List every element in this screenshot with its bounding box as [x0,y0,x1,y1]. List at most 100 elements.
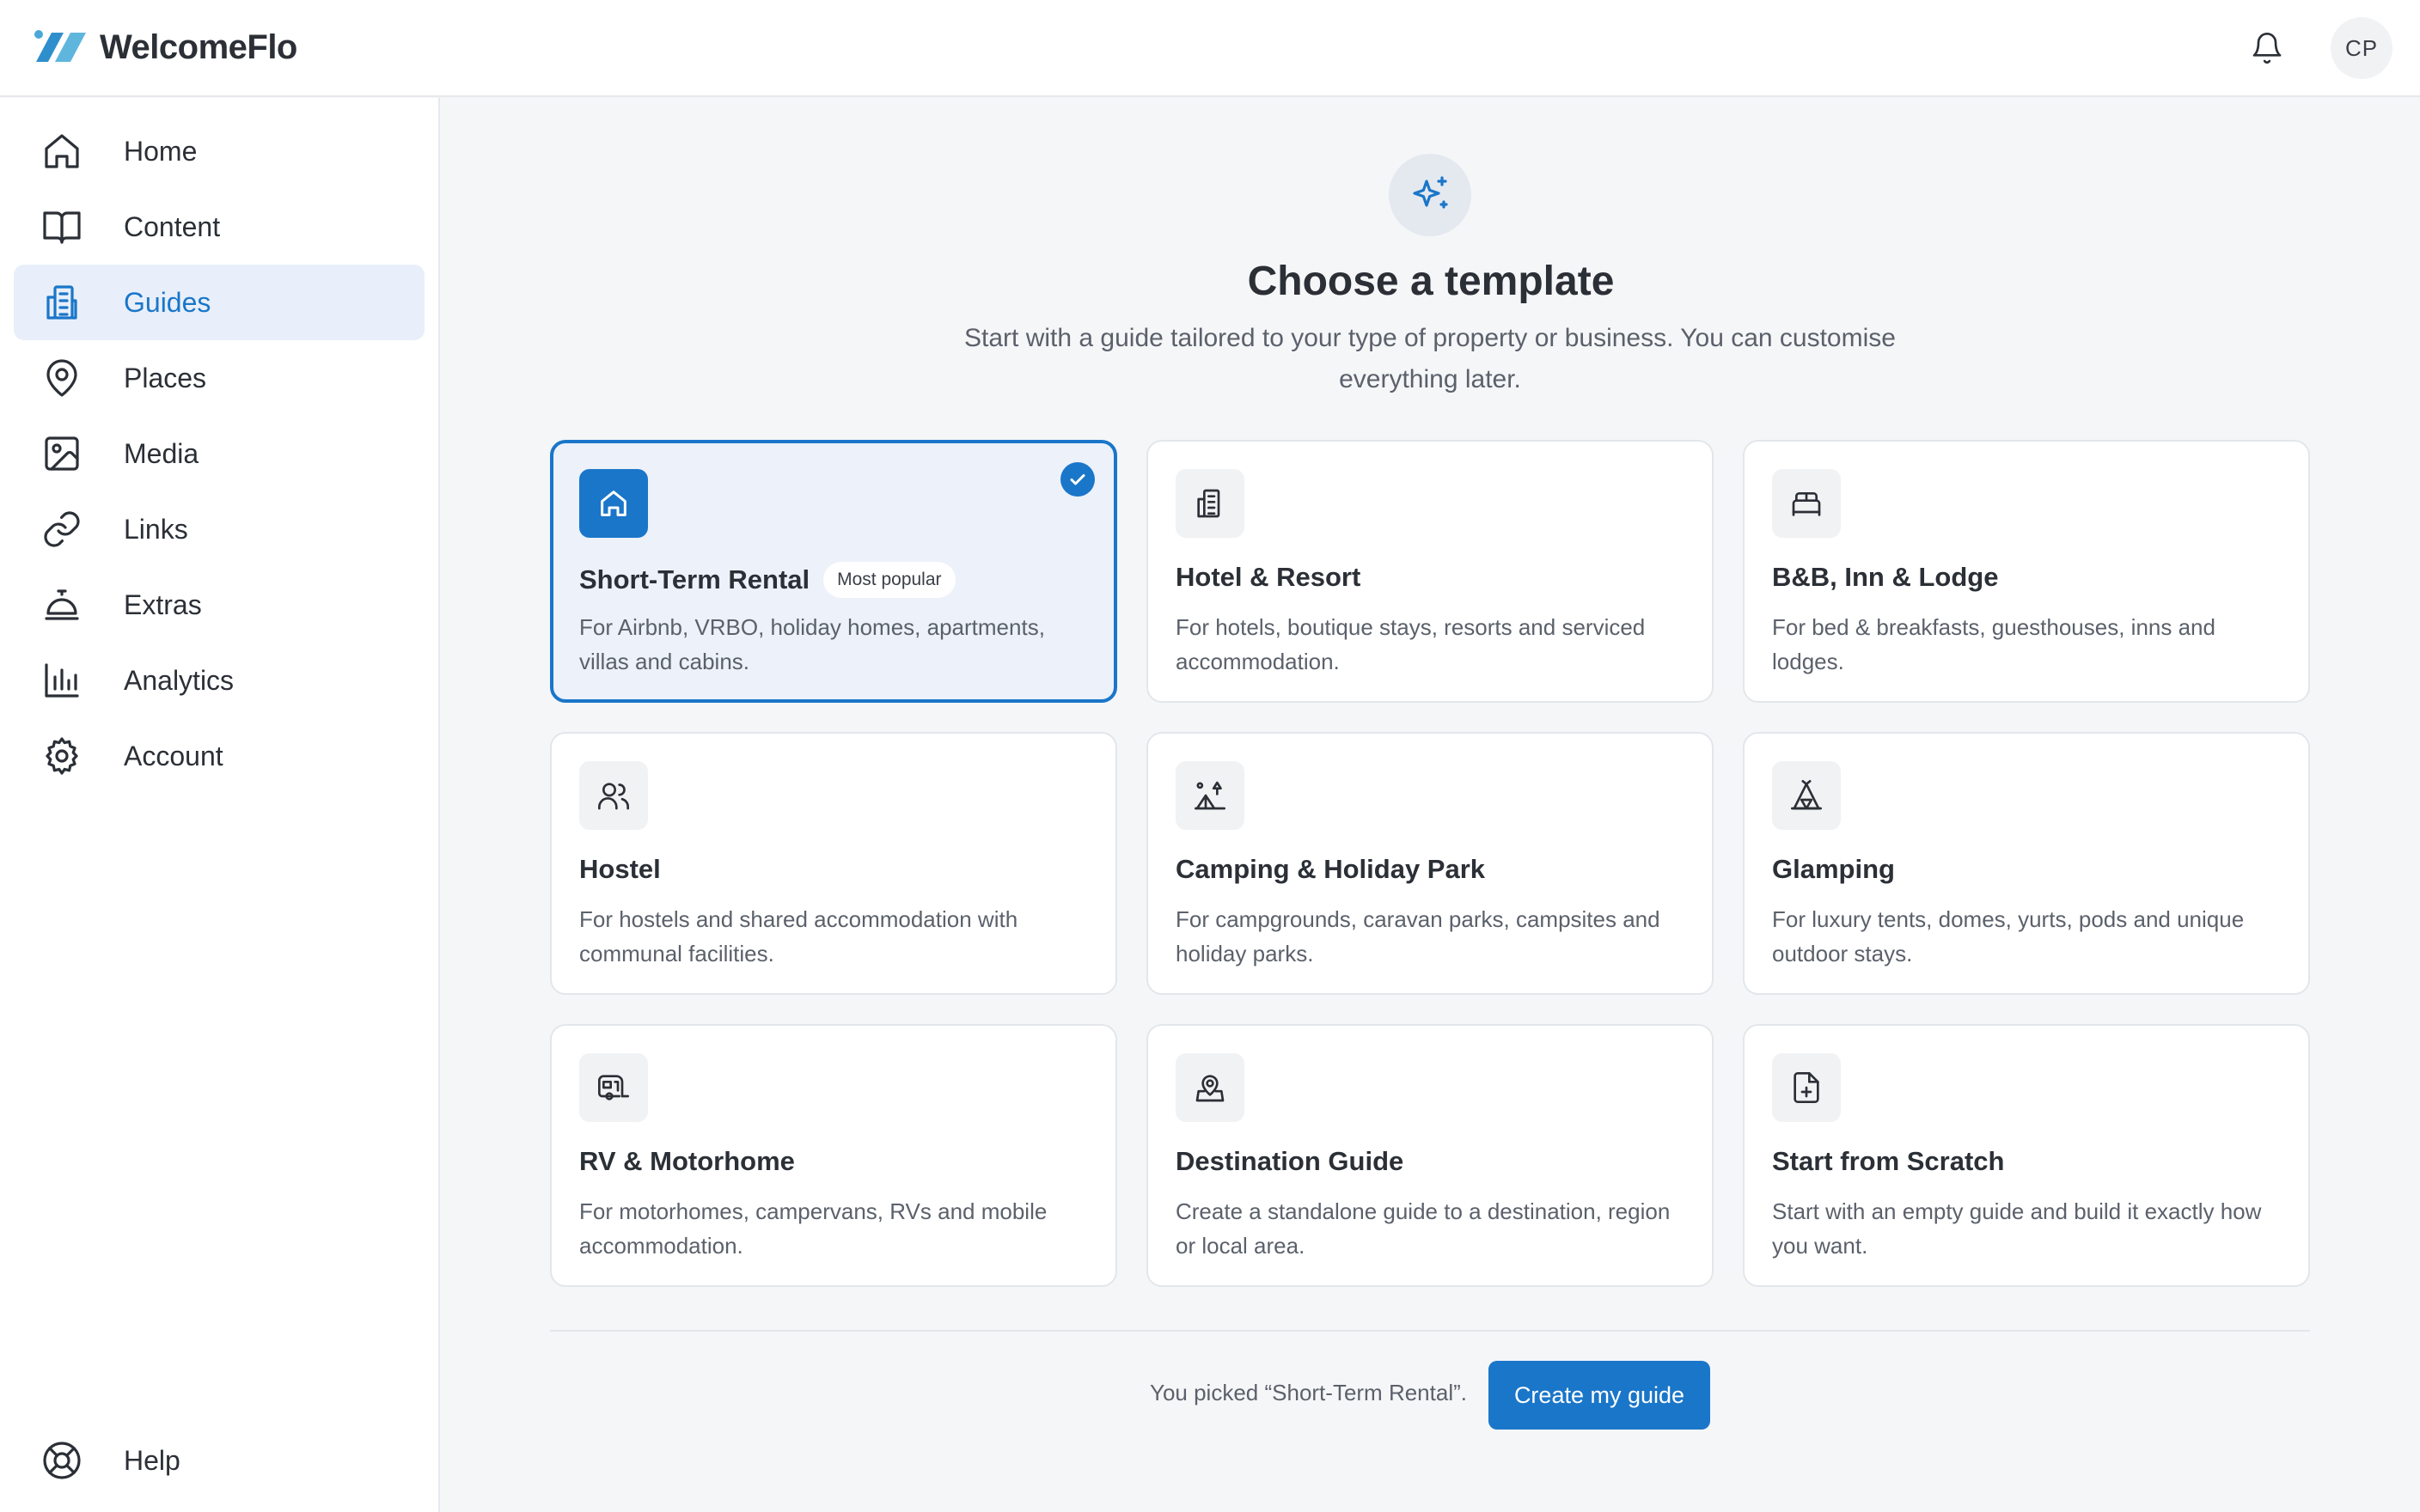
image-icon [45,436,79,471]
template-title: Hotel & Resort [1176,562,1361,592]
sidebar-item-media[interactable]: Media [14,416,425,491]
file-plus-icon [1794,1072,1819,1103]
template-card-hostel[interactable]: Hostel For hostels and shared accommodat… [550,732,1117,995]
header-icon-badge [1389,154,1471,236]
template-card-header: Glamping [1772,854,1895,885]
template-card-header: Start from Scratch [1772,1146,2004,1177]
template-card-header: Short-Term Rental Most popular [579,562,956,598]
life-buoy-icon [43,1442,81,1479]
template-card-camping-holiday-park[interactable]: Camping & Holiday Park For campgrounds, … [1146,732,1714,995]
template-description: For campgrounds, caravan parks, campsite… [1176,906,1660,966]
footer-divider [550,1330,2310,1332]
sidebar-item-label: Media [124,437,199,469]
sidebar-item-help[interactable]: Help [14,1423,425,1498]
template-description: For hostels and shared accommodation wit… [579,906,1018,966]
template-card-rv-motorhome[interactable]: RV & Motorhome For motorhomes, campervan… [550,1024,1117,1287]
template-title: Hostel [579,854,661,884]
create-guide-button[interactable]: Create my guide [1488,1361,1710,1430]
sidebar-item-label: Analytics [124,664,235,696]
picked-template-text: You picked “Short-Term Rental”. [1150,1380,1467,1405]
sidebar-item-guides[interactable]: Guides [14,265,425,340]
template-icon-badge [579,469,648,538]
template-title: Camping & Holiday Park [1176,854,1486,884]
template-description: For luxury tents, domes, yurts, pods and… [1772,906,2245,966]
template-card-header: Destination Guide [1176,1146,1403,1177]
template-icon-badge [579,1053,648,1122]
sparkles-icon [1413,176,1448,209]
page-subtitle: Start with a guide tailored to your type… [964,324,1896,393]
home-icon [601,491,626,516]
template-card-header: Hostel [579,854,661,885]
template-card-short-term-rental[interactable]: Short-Term Rental Most popular For Airbn… [550,440,1117,703]
sidebar-item-label: Help [124,1444,180,1476]
template-icon-badge [1176,761,1244,830]
sidebar: Home Content Guides Places Media Links E… [0,98,440,1512]
template-icon-badge [1176,1053,1244,1122]
selected-check-icon [1060,462,1095,497]
template-card-header: RV & Motorhome [579,1146,795,1177]
bar-chart-icon [45,663,79,698]
sidebar-item-label: Extras [124,588,202,620]
map-pin-icon [46,359,77,397]
sidebar-item-label: Places [124,362,207,393]
campsite-icon [1195,781,1225,810]
main-content: Choose a template Start with a guide tai… [442,98,2420,1512]
welcomeflo-logo-icon [34,30,86,62]
concierge-bell-icon [45,589,79,620]
template-card-hotel-resort[interactable]: Hotel & Resort For hotels, boutique stay… [1146,440,1714,703]
template-title: RV & Motorhome [579,1146,795,1176]
sidebar-item-account[interactable]: Account [14,718,425,794]
template-title: Start from Scratch [1772,1146,2005,1176]
template-card-glamping[interactable]: Glamping For luxury tents, domes, yurts,… [1743,732,2310,995]
template-title: Glamping [1772,854,1895,884]
template-icon-badge [1772,469,1841,538]
template-description: For hotels, boutique stays, resorts and … [1176,614,1646,674]
template-title: Destination Guide [1176,1146,1404,1176]
caravan-icon [598,1075,629,1100]
bell-icon[interactable] [2250,31,2284,65]
hotel-icon [1197,489,1220,518]
template-description: For motorhomes, campervans, RVs and mobi… [579,1198,1048,1259]
building-icon [46,285,77,320]
template-description: Start with an empty guide and build it e… [1772,1198,2262,1259]
page-title: Choose a template [1247,259,1615,304]
template-description: For bed & breakfasts, guesthouses, inns … [1772,614,2215,674]
template-description: For Airbnb, VRBO, holiday homes, apartme… [579,614,1045,674]
app-logo[interactable]: WelcomeFlo [33,27,297,67]
book-icon [43,211,81,244]
map-pin-user-icon [1195,1075,1225,1102]
top-bar: WelcomeFlo CP [0,0,2420,97]
template-card-header: Hotel & Resort [1176,562,1360,593]
template-icon-badge [1772,761,1841,830]
sidebar-item-label: Links [124,513,188,545]
gear-icon [46,737,78,775]
template-icon-badge [1772,1053,1841,1122]
home-icon [45,134,79,168]
sidebar-item-extras[interactable]: Extras [14,567,425,643]
template-icon-badge [1176,469,1244,538]
sidebar-item-label: Content [124,210,221,242]
template-card-header: B&B, Inn & Lodge [1772,562,1998,593]
sidebar-item-label: Account [124,740,223,771]
app-name: WelcomeFlo [100,27,297,66]
template-card-bnb-inn-lodge[interactable]: B&B, Inn & Lodge For bed & breakfasts, g… [1743,440,2310,703]
link-icon [44,511,80,547]
bed-icon [1792,492,1821,516]
template-description: Create a standalone guide to a destinati… [1176,1198,1671,1259]
sidebar-item-links[interactable]: Links [14,491,425,567]
sidebar-item-content[interactable]: Content [14,189,425,265]
template-card-destination-guide[interactable]: Destination Guide Create a standalone gu… [1146,1024,1714,1287]
template-title: B&B, Inn & Lodge [1772,562,1999,592]
sidebar-item-places[interactable]: Places [14,340,425,416]
users-icon [598,783,629,810]
most-popular-badge: Most popular [823,562,956,598]
user-avatar[interactable]: CP [2331,17,2392,79]
template-icon-badge [579,761,648,830]
tent-icon [1791,780,1822,810]
sidebar-item-home[interactable]: Home [14,113,425,189]
sidebar-item-label: Guides [124,286,211,318]
template-title: Short-Term Rental [579,564,810,594]
sidebar-item-analytics[interactable]: Analytics [14,643,425,718]
template-card-header: Camping & Holiday Park [1176,854,1485,885]
template-card-start-from-scratch[interactable]: Start from Scratch Start with an empty g… [1743,1024,2310,1287]
